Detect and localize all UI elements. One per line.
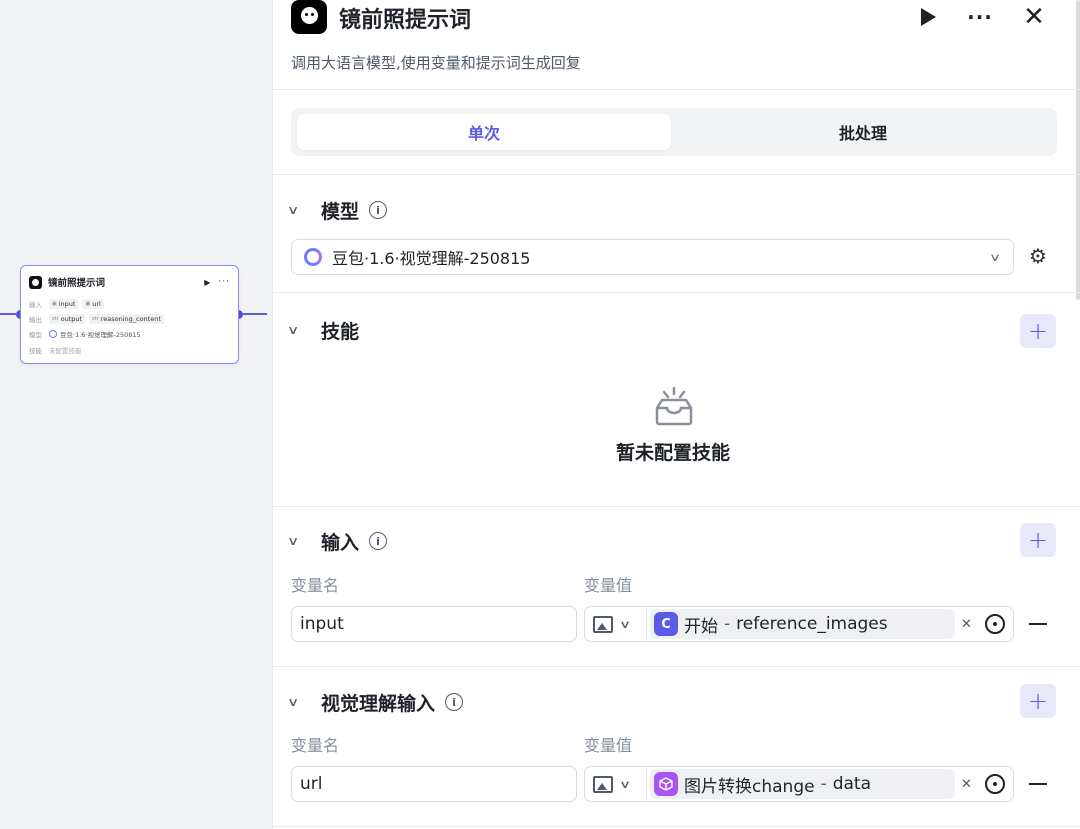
llm-node-card[interactable]: 镜前照提示词 ▶ ··· 输入 ▣ input ▣ url 输出 str output… <box>20 265 239 364</box>
model-select[interactable]: 豆包·1.6·视觉理解-250815 ∨ <box>291 239 1014 275</box>
gear-icon[interactable]: ⚙ <box>1028 246 1048 266</box>
node-input-row: 输入 ▣ input ▣ url <box>29 298 108 310</box>
node-title: 镜前照提示词 <box>48 278 106 289</box>
skills-empty-text: 暂未配置技能 <box>615 442 730 464</box>
skills-section-header[interactable]: ∨ 技能 <box>287 318 360 343</box>
variable-name-header: 变量名 <box>291 576 340 595</box>
clear-reference-icon[interactable]: ✕ <box>961 777 972 792</box>
add-skill-button[interactable]: + <box>1020 314 1056 348</box>
reference-variable: reference_images <box>736 614 888 634</box>
node-input-chip: ▣ input <box>49 299 79 309</box>
vision-input-section-title: 视觉理解输入 <box>321 692 436 715</box>
node-more-icon[interactable]: ··· <box>218 277 230 287</box>
node-type-logo-icon <box>291 0 327 34</box>
remove-row-button[interactable] <box>1029 623 1047 625</box>
node-skill-value: 未配置技能 <box>49 347 82 355</box>
close-icon[interactable]: ✕ <box>1021 2 1047 32</box>
panel-description[interactable]: 调用大语言模型,使用变量和提示词生成回复 <box>291 52 581 73</box>
node-output-label: 输出 <box>29 316 42 324</box>
cube-icon <box>654 772 678 796</box>
variable-reference-chip[interactable]: C 开始 - reference_images <box>650 609 955 639</box>
workflow-canvas[interactable]: 镜前照提示词 ▶ ··· 输入 ▣ input ▣ url 输出 str output… <box>0 0 272 829</box>
node-config-panel: 镜前照提示词 调用大语言模型,使用变量和提示词生成回复 ··· ✕ 单次 批处理… <box>272 0 1080 829</box>
node-skill-row: 技能 未配置技能 <box>29 344 82 356</box>
node-output-chip: str reasoning_content <box>89 314 164 324</box>
info-icon[interactable]: i <box>369 201 388 219</box>
type-select[interactable]: ∨ <box>585 767 647 801</box>
node-logo-icon <box>29 275 42 289</box>
variable-picker-icon[interactable] <box>985 774 1005 794</box>
node-output-chip: str output <box>49 314 86 324</box>
divider <box>273 506 1080 507</box>
doubao-model-icon <box>304 248 322 266</box>
variable-value-header: 变量值 <box>584 576 633 595</box>
chevron-down-icon[interactable]: ∨ <box>287 534 315 548</box>
incoming-connector <box>0 313 16 315</box>
node-run-icon[interactable]: ▶ <box>204 278 210 287</box>
chevron-down-icon[interactable]: ∨ <box>287 695 315 709</box>
start-node-icon: C <box>654 612 678 636</box>
panel-header: 镜前照提示词 调用大语言模型,使用变量和提示词生成回复 ··· ✕ <box>273 0 1080 90</box>
image-icon <box>593 615 613 633</box>
variable-value-input[interactable]: ∨ 图片转换change - data ✕ <box>584 766 1014 802</box>
outgoing-connector <box>243 313 267 315</box>
variable-name-input[interactable]: url <box>291 766 577 802</box>
node-input-label: 输入 <box>29 301 42 309</box>
panel-title[interactable]: 镜前照提示词 <box>339 2 471 34</box>
info-icon[interactable]: i <box>445 693 464 711</box>
node-skill-label: 技能 <box>29 347 42 355</box>
chevron-down-icon: ∨ <box>618 777 632 791</box>
node-model-row: 模型 豆包·1.6·视觉理解-250815 <box>29 328 141 340</box>
model-section-title: 模型 <box>321 200 360 223</box>
chevron-down-icon: ∨ <box>618 617 632 631</box>
input-section-header[interactable]: ∨ 输入 i <box>287 529 388 554</box>
divider <box>273 666 1080 667</box>
clear-reference-icon[interactable]: ✕ <box>961 617 972 632</box>
remove-row-button[interactable] <box>1029 783 1047 785</box>
add-vision-input-button[interactable]: + <box>1020 684 1056 718</box>
variable-name-header: 变量名 <box>291 736 340 755</box>
divider <box>273 174 1080 175</box>
divider <box>273 292 1080 293</box>
tab-batch[interactable]: 批处理 <box>675 114 1051 150</box>
reference-source: 图片转换change <box>684 776 815 797</box>
run-mode-tabs: 单次 批处理 <box>291 108 1057 156</box>
variable-picker-icon[interactable] <box>985 614 1005 634</box>
add-input-button[interactable]: + <box>1020 523 1056 557</box>
variable-value-header: 变量值 <box>584 736 633 755</box>
model-logo-icon <box>49 330 57 338</box>
node-model-value: 豆包·1.6·视觉理解-250815 <box>60 331 141 339</box>
tab-single[interactable]: 单次 <box>297 114 671 150</box>
image-icon <box>593 775 613 793</box>
chevron-down-icon[interactable]: ∨ <box>287 203 315 217</box>
image-icon: ▣ <box>52 301 57 307</box>
chevron-down-icon[interactable]: ∨ <box>287 323 315 337</box>
node-output-row: 输出 str output str reasoning_content <box>29 313 168 325</box>
chevron-down-icon: ∨ <box>988 250 1002 264</box>
variable-value-input[interactable]: ∨ C 开始 - reference_images ✕ <box>584 606 1014 642</box>
run-play-icon[interactable] <box>917 4 939 30</box>
input-section-title: 输入 <box>321 531 360 554</box>
empty-inbox-icon <box>655 386 693 426</box>
type-select[interactable]: ∨ <box>585 607 647 641</box>
reference-separator: - <box>724 614 731 634</box>
reference-separator: - <box>820 774 827 794</box>
model-section-header[interactable]: ∨ 模型 i <box>287 198 388 223</box>
vision-input-section-header[interactable]: ∨ 视觉理解输入 i <box>287 690 464 715</box>
node-input-chip: ▣ url <box>82 299 104 309</box>
node-model-label: 模型 <box>29 331 42 339</box>
model-select-value: 豆包·1.6·视觉理解-250815 <box>332 249 531 268</box>
variable-reference-chip[interactable]: 图片转换change - data <box>650 769 955 799</box>
variable-name-input[interactable]: input <box>291 606 577 642</box>
more-options-icon[interactable]: ··· <box>965 4 995 30</box>
skills-section-title: 技能 <box>321 320 360 343</box>
reference-variable: data <box>832 774 872 794</box>
reference-source: 开始 <box>684 616 718 637</box>
info-icon[interactable]: i <box>369 532 388 550</box>
image-icon: ▣ <box>85 301 91 307</box>
divider <box>273 826 1080 827</box>
